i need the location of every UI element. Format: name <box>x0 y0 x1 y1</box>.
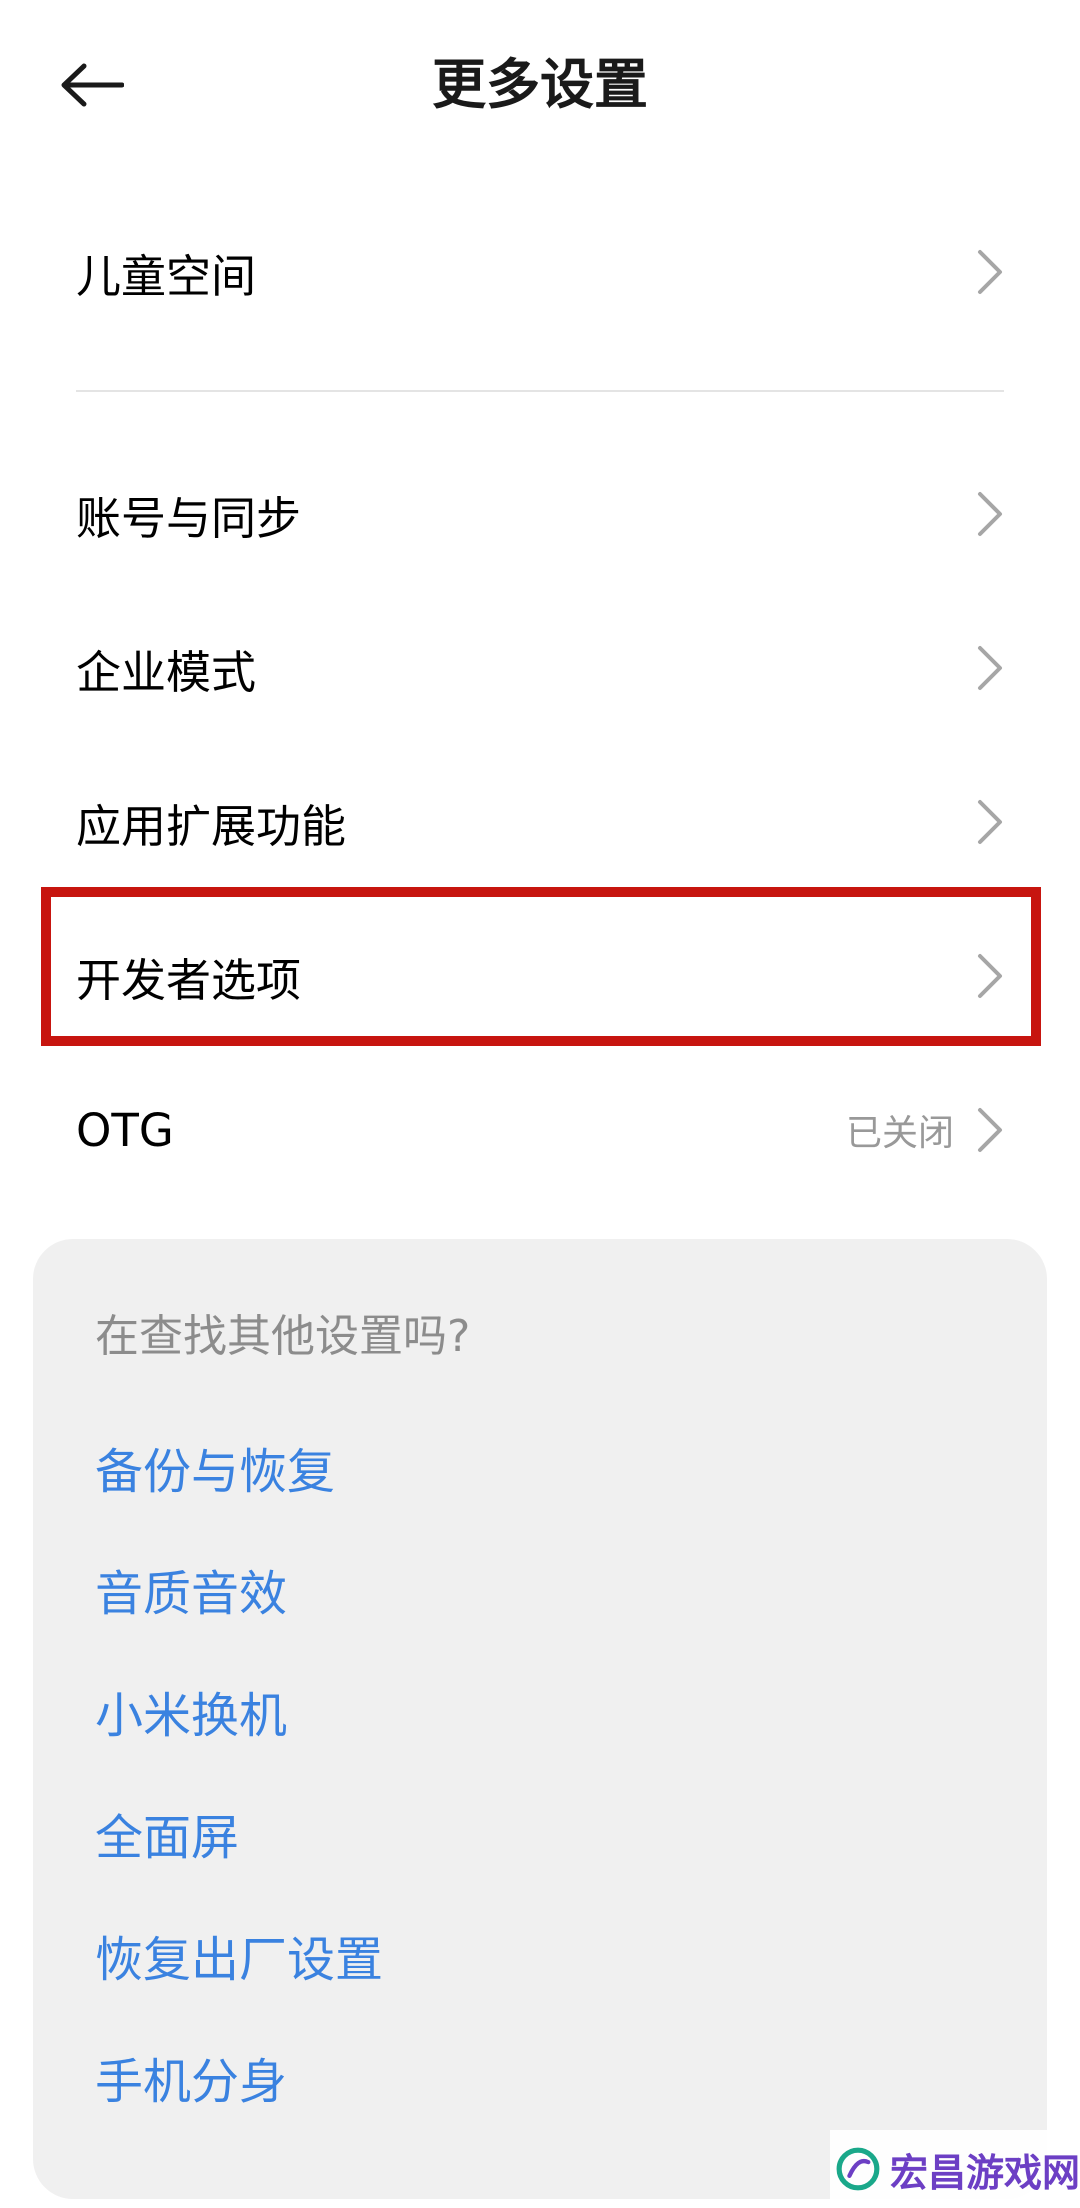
watermark: 宏昌游戏网 <box>830 2130 1080 2208</box>
chevron-right-icon <box>978 646 1002 690</box>
row-app-extensions[interactable]: 应用扩展功能 <box>76 745 1004 899</box>
row-label: 儿童空间 <box>76 249 257 303</box>
chevron-right-icon <box>978 800 1002 844</box>
otg-status: 已关闭 <box>845 1113 954 1154</box>
chevron-right-icon <box>978 492 1002 536</box>
row-label: OTG <box>76 1103 174 1157</box>
watermark-text: 宏昌游戏网 <box>889 2150 1080 2195</box>
header-bar: 更多设置 <box>0 0 1080 170</box>
link-mi-mover[interactable]: 小米换机 <box>95 1676 287 1746</box>
row-account-sync[interactable]: 账号与同步 <box>76 437 1004 591</box>
link-dual-apps[interactable]: 手机分身 <box>95 2042 287 2112</box>
row-children-space[interactable]: 儿童空间 <box>76 195 1004 349</box>
highlight-box <box>41 887 1041 1046</box>
chevron-right-icon <box>978 250 1002 294</box>
link-factory-reset[interactable]: 恢复出厂设置 <box>95 1920 383 1990</box>
watermark-logo-icon <box>836 2147 880 2191</box>
link-sound-effects[interactable]: 音质音效 <box>95 1554 287 1624</box>
row-label: 应用扩展功能 <box>76 799 347 853</box>
row-enterprise-mode[interactable]: 企业模式 <box>76 591 1004 745</box>
page-title: 更多设置 <box>432 53 648 116</box>
link-backup-restore[interactable]: 备份与恢复 <box>95 1432 335 1502</box>
row-label: 账号与同步 <box>76 491 302 545</box>
section-divider <box>76 390 1004 392</box>
row-label: 企业模式 <box>76 645 257 699</box>
chevron-right-icon <box>978 1108 1002 1152</box>
row-otg[interactable]: OTG 已关闭 <box>76 1053 1004 1207</box>
card-title: 在查找其他设置吗? <box>95 1311 471 1362</box>
link-full-screen[interactable]: 全面屏 <box>95 1798 239 1868</box>
